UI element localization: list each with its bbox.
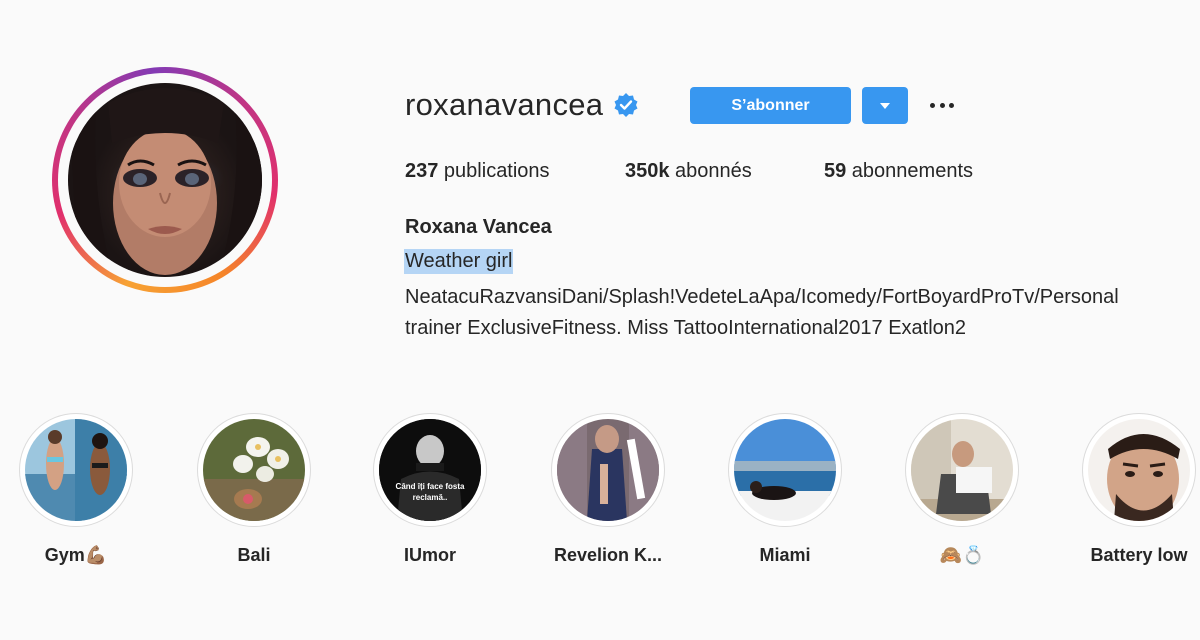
highlight-cover xyxy=(203,419,305,521)
highlight-cover: Când îți face fosta reclamă.. xyxy=(379,419,481,521)
following-stat[interactable]: 59 abonnements xyxy=(824,160,973,183)
following-count: 59 xyxy=(824,160,847,182)
highlight-caption: Când îți face fosta reclamă.. xyxy=(395,482,465,502)
avatar[interactable] xyxy=(68,83,262,277)
highlight-label: Gym💪🏽 xyxy=(44,545,108,565)
followers-stat[interactable]: 350k abonnés xyxy=(625,160,752,183)
posts-label: publications xyxy=(438,160,550,182)
bio-line-1: Weather girl xyxy=(404,249,514,274)
story-ring[interactable] xyxy=(52,67,278,293)
highlight-ring xyxy=(728,413,842,527)
full-name: Roxana Vancea xyxy=(405,216,552,238)
highlight-label: IUmor xyxy=(403,545,456,565)
following-label: abonnements xyxy=(846,160,974,182)
follow-button[interactable]: S’abonner xyxy=(690,87,851,124)
highlight-miami[interactable]: Miami xyxy=(728,413,842,566)
highlight-label: Revelion K... xyxy=(553,545,663,565)
username: roxanavancea xyxy=(405,87,604,122)
highlight-ring xyxy=(19,413,133,527)
highlight-ring: Când îți face fosta reclamă.. xyxy=(373,413,487,527)
verified-badge-icon xyxy=(614,93,638,117)
highlight-ring xyxy=(551,413,665,527)
more-options-icon[interactable] xyxy=(930,95,954,115)
highlight-emoji[interactable]: 🙈💍 xyxy=(905,413,1019,566)
posts-count: 237 xyxy=(405,160,439,182)
bio-line-3: trainer ExclusiveFitness. Miss TattooInt… xyxy=(405,317,967,339)
followers-count: 350k xyxy=(625,160,670,182)
highlight-ring xyxy=(197,413,311,527)
highlight-label: Miami xyxy=(759,545,811,565)
avatar-border xyxy=(58,73,272,287)
highlight-cover xyxy=(25,419,127,521)
highlight-battery-low[interactable]: Battery low xyxy=(1082,413,1196,566)
username-row: roxanavancea xyxy=(405,85,639,125)
highlight-label: Bali xyxy=(237,545,271,565)
followers-label: abonnés xyxy=(669,160,752,182)
avatar-portrait xyxy=(68,83,262,277)
highlight-umor[interactable]: Când îți face fosta reclamă.. IUmor xyxy=(373,413,487,566)
highlight-cover xyxy=(1088,419,1190,521)
highlight-revelion[interactable]: Revelion K... xyxy=(551,413,665,566)
caret-down-icon xyxy=(880,102,890,109)
highlight-cover xyxy=(557,419,659,521)
highlight-bali[interactable]: Bali xyxy=(197,413,311,566)
bio-line-2: NeatacuRazvansiDani/Splash!VedeteLaApa/I… xyxy=(405,286,1119,308)
highlight-cover xyxy=(734,419,836,521)
highlight-cover xyxy=(911,419,1013,521)
highlight-ring xyxy=(905,413,1019,527)
suggested-dropdown-button[interactable] xyxy=(862,87,908,124)
highlight-label: Battery low xyxy=(1090,545,1188,565)
highlight-ring xyxy=(1082,413,1196,527)
posts-stat: 237 publications xyxy=(405,160,550,183)
highlight-label: 🙈💍 xyxy=(939,545,985,565)
highlight-gym[interactable]: Gym💪🏽 xyxy=(19,413,133,566)
